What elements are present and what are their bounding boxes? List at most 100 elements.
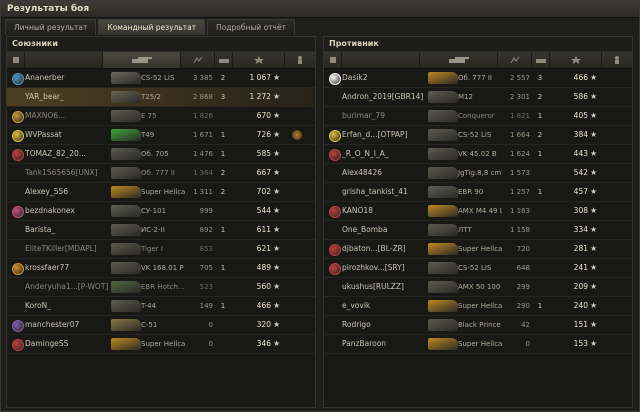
player-row[interactable]: Alexey_556 Super Hellcat 1 311 2 702 ★: [7, 183, 315, 202]
achievement-icon: [287, 316, 307, 334]
tank-name: CS-52 LIS: [458, 131, 492, 139]
player-row[interactable]: bezdnakonex СУ-101 999 544 ★: [7, 202, 315, 221]
star-icon: ★: [273, 263, 281, 272]
rank-medal-icon: [11, 221, 25, 239]
tank-cell: E 75: [103, 107, 185, 125]
player-row[interactable]: djbaton...[BL-ZR] Super Hellcat 720 281 ★: [324, 240, 632, 259]
tab-bar: Личный результат Командный результат Под…: [5, 19, 297, 35]
player-row[interactable]: Erfan_d...[OTPAP] CS-52 LIS 1 664 2 384 ★: [324, 126, 632, 145]
rank-medal-icon: [328, 221, 342, 239]
player-column-header[interactable]: [25, 52, 103, 68]
player-row[interactable]: Ananerber CS-52 LIS 3 385 2 1 067 ★: [7, 69, 315, 88]
star-icon: ★: [273, 320, 281, 329]
tank-cell: СУ-101: [103, 202, 185, 220]
player-row[interactable]: Anderyuha1...[P-WOT] EBR Hotch... 523 560 ★: [7, 278, 315, 297]
player-row[interactable]: Barista_ ИС-2-II 892 1 611 ★: [7, 221, 315, 240]
player-row[interactable]: krossfaer77 VK 168.01 P 705 1 489 ★: [7, 259, 315, 278]
xp-value: 466: [256, 301, 271, 310]
tab-detailed-report[interactable]: Подробный отчёт: [207, 19, 295, 35]
squad-column-icon[interactable]: [324, 52, 342, 68]
player-row[interactable]: _R_O_N_I_A_ VK 45.02 B1 624 1 443 ★: [324, 145, 632, 164]
player-column-header[interactable]: [342, 52, 420, 68]
tank-column-icon[interactable]: [103, 52, 181, 68]
player-row[interactable]: KoroN_ T-44 149 1 466 ★: [7, 297, 315, 316]
player-row[interactable]: One_Bomba ЛТТ 1 158 334 ★: [324, 221, 632, 240]
player-row[interactable]: TOMAZ_82_20... Об. 705 1 476 1 585 ★: [7, 145, 315, 164]
squad-column-icon[interactable]: [7, 52, 25, 68]
tab-team-result[interactable]: Командный результат: [98, 19, 206, 35]
achievement-icon: [287, 88, 307, 106]
player-row[interactable]: e_vovik Super Hellcat 290 1 240 ★: [324, 297, 632, 316]
star-icon: ★: [590, 320, 598, 329]
rank-medal-icon: [328, 107, 342, 125]
tank-icon: [428, 319, 458, 331]
achievements-column-icon[interactable]: [602, 52, 632, 68]
damage-column-icon[interactable]: [181, 52, 215, 68]
tank-icon: [111, 224, 141, 236]
player-row[interactable]: ukushus[RULZZ] AMX 50 100 299 209 ★: [324, 278, 632, 297]
star-icon: ★: [273, 244, 281, 253]
achievement-icon: [287, 240, 307, 258]
achievement-icon: [604, 69, 624, 87]
kills-value: 2: [220, 169, 226, 177]
player-row[interactable]: WVPassat T49 1 671 1 726 ★: [7, 126, 315, 145]
xp-value: 241: [573, 263, 588, 272]
player-row[interactable]: grisha_tankist_41 EBR 90 1 257 1 457 ★: [324, 183, 632, 202]
player-row[interactable]: EliteTKiller[MDAPL] Tiger I 853 621 ★: [7, 240, 315, 259]
player-row[interactable]: pirozhkov...[SRY] CS-52 LIS 648 241 ★: [324, 259, 632, 278]
tank-name: Об. 705: [141, 150, 169, 158]
achievement-icon: [604, 183, 624, 201]
xp-column-icon[interactable]: [550, 52, 602, 68]
rank-medal-icon: [328, 164, 342, 182]
player-row[interactable]: MAXNO6... E 75 1 826 670 ★: [7, 107, 315, 126]
star-icon: ★: [590, 206, 598, 215]
player-row[interactable]: manchester07 C-51 0 320 ★: [7, 316, 315, 335]
tab-personal-result[interactable]: Личный результат: [5, 19, 97, 35]
damage-value: 1 364: [192, 169, 213, 177]
player-row[interactable]: PanzBaroon Super Hellcat 0 153 ★: [324, 335, 632, 354]
xp-value: 726: [256, 130, 271, 139]
tank-cell: Conqueror: [420, 107, 502, 125]
kills-column-icon[interactable]: [532, 52, 550, 68]
rank-medal-icon: [11, 164, 25, 182]
damage-value: 0: [208, 340, 213, 348]
player-row[interactable]: Dasik2 Об. 777 II 2 557 3 466 ★: [324, 69, 632, 88]
player-row[interactable]: Rodrigo Black Prince 42 151 ★: [324, 316, 632, 335]
tank-cell: Super Hellcat: [420, 335, 502, 353]
xp-value: 667: [256, 168, 271, 177]
tank-name: C-51: [141, 321, 158, 329]
tank-name: CS-52 LIS: [141, 74, 175, 82]
kills-value: [215, 335, 231, 353]
xp-column-icon[interactable]: [233, 52, 285, 68]
player-row[interactable]: Alex48426 JgTig.8,8 cm 1 573 542 ★: [324, 164, 632, 183]
star-icon: ★: [273, 225, 281, 234]
player-row[interactable]: KANO18AMX M4 49 L...1 163308★: [324, 202, 632, 221]
rank-medal-icon: [11, 145, 25, 163]
tank-name: Conqueror: [458, 112, 495, 120]
damage-column-icon[interactable]: [498, 52, 532, 68]
player-row[interactable]: burimar_79 Conqueror 1 821 1 405 ★: [324, 107, 632, 126]
tank-icon: [111, 148, 141, 160]
achievement-icon: [287, 221, 307, 239]
tank-cell: Об. 705: [103, 145, 185, 163]
kills-column-icon[interactable]: [215, 52, 233, 68]
medal-badge-icon: [329, 206, 341, 218]
xp-value: 334: [573, 225, 588, 234]
damage-value: 523: [199, 283, 213, 291]
rank-medal-icon: [328, 316, 342, 334]
achievements-column-icon[interactable]: [285, 52, 315, 68]
medal-badge-icon: [329, 149, 341, 161]
player-row[interactable]: Tank1565656[UNX] Об. 777 II 1 364 2 667 ★: [7, 164, 315, 183]
tank-icon: [111, 300, 141, 312]
tank-column-icon[interactable]: [420, 52, 498, 68]
tank-cell: AMX 50 100: [420, 278, 502, 296]
player-row[interactable]: YAR_bear_ T25/2 2 868 3 1 272 ★: [7, 88, 315, 107]
damage-value: 1 624: [509, 150, 530, 158]
tank-name: Об. 777 II: [141, 169, 175, 177]
kills-value: 3: [537, 74, 543, 82]
tank-name: СУ-101: [141, 207, 167, 215]
tank-name: JgTig.8,8 cm: [458, 169, 502, 177]
tank-cell: M12: [420, 88, 502, 106]
player-row[interactable]: Andron_2019[GBR14] M12 2 301 2 586 ★: [324, 88, 632, 107]
player-row[interactable]: DamingeSS Super Hellcat 0 346 ★: [7, 335, 315, 354]
